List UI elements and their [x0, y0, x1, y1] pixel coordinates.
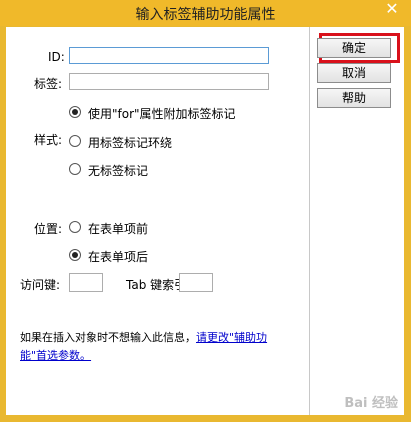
- position-label: 位置:: [34, 222, 63, 236]
- dialog-title: 输入标签辅助功能属性: [135, 7, 276, 23]
- id-label: ID:: [48, 50, 65, 64]
- preferences-note: 如果在插入对象时不想输入此信息，请更改"辅助功能"首选参数。: [20, 329, 290, 365]
- cancel-button[interactable]: 取消: [317, 63, 391, 83]
- style-radio-wrap[interactable]: [69, 135, 81, 147]
- style-option-wrap[interactable]: 用标签标记环绕: [88, 134, 172, 151]
- style-radio-for-attribute[interactable]: [69, 106, 81, 118]
- ok-button[interactable]: 确定: [317, 38, 391, 58]
- dialog-body: ID: 标签: 样式: 使用"for"属性附加标签标记 用标签标记环绕 无标签标…: [6, 27, 404, 415]
- help-button[interactable]: 帮助: [317, 88, 391, 108]
- id-input[interactable]: [69, 47, 269, 64]
- access-key-label: 访问键:: [20, 278, 61, 292]
- style-radio-none[interactable]: [69, 163, 81, 175]
- button-panel-divider: [309, 27, 310, 415]
- style-label: 样式:: [34, 133, 63, 147]
- tag-input[interactable]: [69, 73, 269, 90]
- title-bar[interactable]: 输入标签辅助功能属性 ✕: [0, 0, 411, 26]
- note-text: 如果在插入对象时不想输入此信息，: [20, 331, 196, 344]
- position-radio-before[interactable]: [69, 221, 81, 233]
- tag-label: 标签:: [34, 77, 63, 91]
- watermark: Bai 经验: [344, 396, 398, 411]
- style-option-for-attribute[interactable]: 使用"for"属性附加标签标记: [88, 105, 236, 122]
- tab-index-input[interactable]: [179, 273, 213, 292]
- style-option-none[interactable]: 无标签标记: [88, 162, 148, 179]
- close-button[interactable]: ✕: [379, 0, 405, 20]
- dialog-window: 输入标签辅助功能属性 ✕ ID: 标签: 样式: 使用"for"属性附加标签标记…: [0, 0, 411, 422]
- access-key-input[interactable]: [69, 273, 103, 292]
- position-option-after[interactable]: 在表单项后: [88, 248, 148, 265]
- position-option-before[interactable]: 在表单项前: [88, 220, 148, 237]
- position-radio-after[interactable]: [69, 249, 81, 261]
